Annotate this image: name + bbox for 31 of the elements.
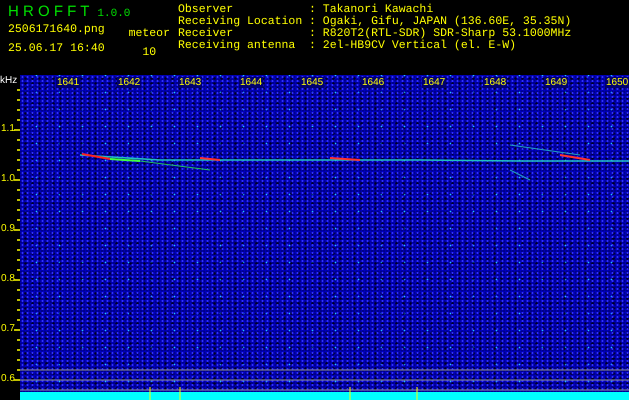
- info-value: : Takanori Kawachi: [309, 4, 434, 16]
- time-label: 1649: [544, 77, 568, 88]
- info-value: : 2el-HB9CV Vertical (el. E-W): [309, 40, 516, 52]
- info-label: Receiving antenna: [178, 40, 296, 52]
- time-label: 1644: [239, 77, 264, 88]
- info-label: Observer: [178, 4, 234, 16]
- time-label: 1643: [178, 77, 202, 88]
- frequency-label: 0.9: [1, 223, 15, 234]
- info-value: : R820T2(RTL-SDR) SDR-Sharp 53.1000MHz: [309, 28, 572, 40]
- meteor-count: 10: [142, 47, 156, 59]
- app-title: H R O F F T: [8, 3, 90, 20]
- frequency-label: 1.0: [1, 173, 15, 184]
- version-label: 1.0.0: [97, 8, 130, 20]
- time-label: 1645: [300, 77, 324, 88]
- unit-label: kHz: [0, 75, 18, 86]
- info-label: Receiving Location: [178, 16, 304, 28]
- time-label: 1648: [483, 77, 508, 88]
- date-time: 25.06.17 16:40: [8, 43, 105, 55]
- time-label: 1646: [361, 77, 386, 88]
- info-value: : Ogaki, Gifu, JAPAN (136.60E, 35.35N): [309, 16, 572, 28]
- time-label: 1642: [117, 77, 142, 88]
- frequency-label: 0.6: [1, 373, 15, 384]
- time-label: 1647: [422, 77, 446, 88]
- meteor-label: meteor: [128, 28, 170, 40]
- file-name: 2506171640.png: [8, 24, 105, 36]
- frequency-label: 0.8: [1, 273, 15, 284]
- frequency-label: 0.7: [1, 323, 15, 334]
- info-label: Receiver: [178, 28, 234, 40]
- frequency-label: 1.1: [1, 123, 15, 134]
- time-label: 1641: [56, 77, 80, 88]
- time-label: 1650: [605, 77, 629, 88]
